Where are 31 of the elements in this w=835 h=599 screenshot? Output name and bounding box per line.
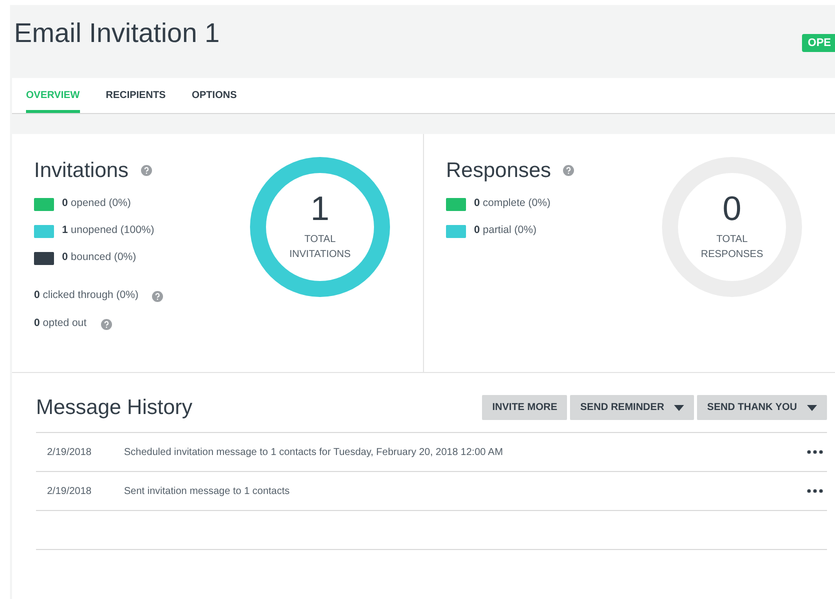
donut-total: 0 bbox=[722, 192, 742, 226]
row-date: 2/19/2018 bbox=[46, 446, 92, 460]
panel-title: Responses bbox=[446, 158, 552, 184]
row-date: 2/19/2018 bbox=[46, 484, 92, 499]
help-icon[interactable] bbox=[100, 318, 112, 330]
row-message: Sent invitation message to 1 contacts bbox=[124, 484, 291, 499]
page-title: Email Invitation 1 bbox=[14, 17, 220, 50]
tab[interactable]: RECIPIENTS bbox=[106, 78, 166, 113]
legend-label: 0 bounced (0%) bbox=[62, 250, 136, 266]
tab[interactable]: OPTIONS bbox=[192, 78, 237, 113]
action-button[interactable]: SEND THANK YOU bbox=[697, 395, 827, 420]
row-message: Scheduled invitation message to 1 contacts for Tuesday, February 20, 2018 12:00 AM bbox=[124, 446, 504, 460]
legend-label: 0 complete (0%) bbox=[474, 196, 550, 212]
status-badge: OPE bbox=[802, 34, 835, 52]
donut-label: TOTAL INVITATIONS bbox=[288, 233, 352, 262]
more-icon[interactable] bbox=[807, 450, 823, 454]
legend-label: 1 unopened (100%) bbox=[62, 223, 154, 238]
stat-label: 0 opted out bbox=[34, 316, 87, 332]
panel-title: Invitations bbox=[34, 158, 129, 184]
legend-label: 0 partial (0%) bbox=[474, 223, 536, 238]
section-title: Message History bbox=[36, 395, 192, 420]
donut-total: 1 bbox=[310, 192, 330, 226]
help-icon[interactable] bbox=[563, 165, 574, 176]
more-icon[interactable] bbox=[807, 489, 823, 494]
stat-label: 0 clicked through (0%) bbox=[34, 288, 138, 304]
action-button[interactable]: SEND REMINDER bbox=[570, 395, 694, 420]
action-button[interactable]: INVITE MORE bbox=[482, 395, 568, 420]
donut-label: TOTAL RESPONSES bbox=[700, 233, 764, 262]
help-icon[interactable] bbox=[140, 165, 152, 176]
help-icon[interactable] bbox=[152, 290, 164, 302]
legend-label: 0 opened (0%) bbox=[62, 196, 131, 212]
